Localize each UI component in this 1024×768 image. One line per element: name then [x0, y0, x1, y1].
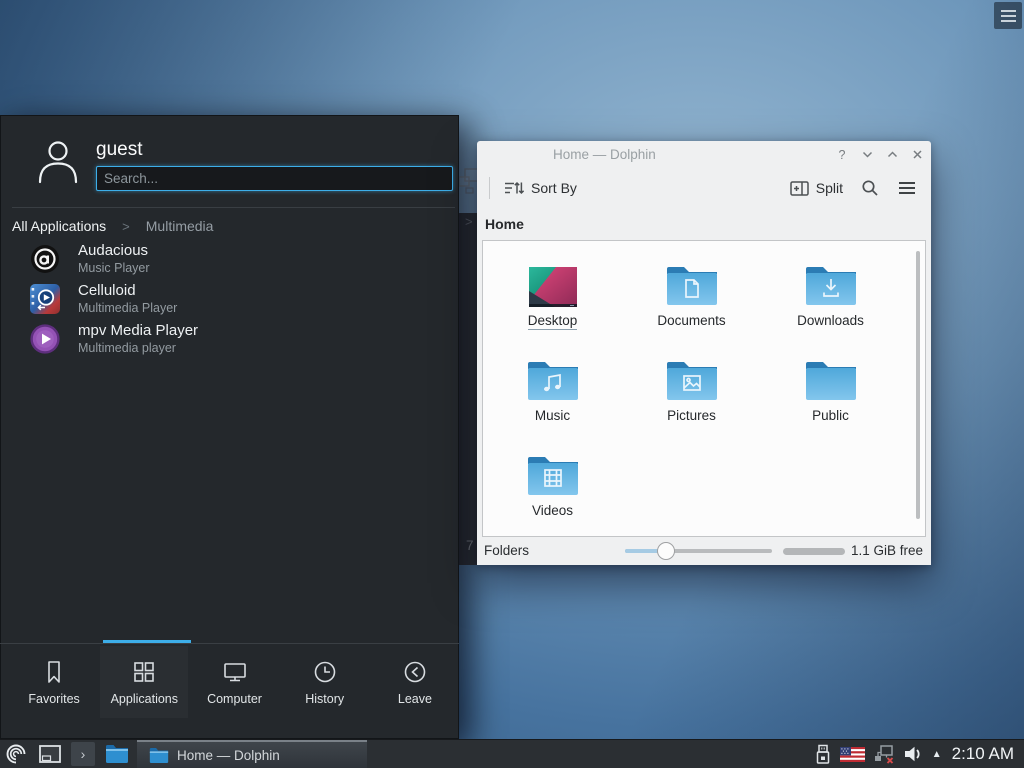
folder-item-public[interactable]: Public — [766, 344, 896, 439]
user-name: guest — [96, 139, 142, 161]
split-button[interactable]: Split — [816, 180, 843, 196]
help-button[interactable]: ? — [834, 147, 850, 163]
folder-item-downloads[interactable]: Downloads — [766, 249, 896, 344]
sort-icon — [503, 178, 524, 198]
app-item-celluloid[interactable]: Celluloid Multimedia Player — [0, 279, 320, 319]
monitor-icon — [222, 659, 248, 685]
music-folder-icon — [526, 344, 580, 402]
search-icon[interactable] — [861, 179, 879, 197]
audacious-icon — [30, 244, 60, 274]
status-bar: Folders 1.1 GiB free — [477, 537, 931, 565]
toolbar: Sort By Split — [477, 168, 931, 208]
tab-computer[interactable]: Computer — [190, 646, 278, 718]
split-icon[interactable] — [790, 180, 809, 197]
breadcrumb-multimedia: Multimedia — [146, 218, 214, 234]
dolphin-window: Home — Dolphin ? — [477, 141, 931, 565]
grid-icon — [131, 659, 157, 685]
window-title: Home — Dolphin — [553, 141, 656, 168]
desktop-preview-icon — [529, 249, 577, 307]
search-input[interactable] — [96, 166, 453, 191]
network-disconnected-icon[interactable] — [874, 744, 894, 764]
app-description: Multimedia Player — [78, 300, 177, 316]
close-button[interactable] — [909, 147, 925, 163]
folder-item-pictures[interactable]: Pictures — [627, 344, 757, 439]
slider-handle[interactable] — [657, 542, 675, 560]
system-tray: ▲ — [815, 744, 942, 765]
titlebar[interactable]: Home — Dolphin ? — [477, 141, 931, 168]
tab-history[interactable]: History — [281, 646, 369, 718]
breadcrumb-home[interactable]: Home — [485, 216, 524, 232]
tab-favorites[interactable]: Favorites — [10, 646, 98, 718]
free-space-label: 1.1 GiB free — [851, 537, 923, 565]
desktop-toolbox-button[interactable] — [994, 2, 1022, 29]
maximize-button[interactable] — [884, 147, 900, 163]
folder-item-desktop[interactable]: Desktop — [488, 249, 618, 344]
removable-device-icon[interactable] — [815, 744, 831, 765]
app-description: Music Player — [78, 260, 150, 276]
volume-icon[interactable] — [903, 745, 923, 763]
chevron-right-icon: › — [81, 746, 86, 762]
folder-count-label: Folders — [484, 537, 529, 565]
tab-applications[interactable]: Applications — [100, 646, 188, 718]
leave-icon — [402, 659, 428, 685]
downloads-folder-icon — [804, 249, 858, 307]
mpv-icon — [30, 324, 60, 354]
documents-folder-icon — [665, 249, 719, 307]
breadcrumb-all-applications[interactable]: All Applications — [12, 218, 106, 234]
zoom-slider[interactable] — [625, 537, 772, 565]
folder-icon — [149, 747, 169, 764]
folder-item-music[interactable]: Music — [488, 344, 618, 439]
virtual-desktop-pager[interactable] — [38, 744, 62, 764]
disk-usage-bar — [783, 548, 845, 555]
folder-view[interactable]: Desktop Documen — [482, 240, 926, 537]
pictures-folder-icon — [665, 344, 719, 402]
folder-item-videos[interactable]: Videos — [488, 439, 618, 534]
divider — [12, 207, 455, 208]
app-description: Multimedia player — [78, 340, 198, 356]
location-bar[interactable]: Home — [477, 208, 931, 240]
taskbar-panel: › Home — Dolphin — [0, 739, 1024, 768]
clock-icon — [312, 659, 338, 685]
app-item-audacious[interactable]: Audacious Music Player — [0, 239, 320, 279]
dolphin-launcher-icon[interactable] — [105, 742, 129, 766]
panel-expand-button[interactable]: › — [71, 742, 95, 766]
chevron-right-icon: > — [122, 219, 130, 234]
app-name: mpv Media Player — [78, 322, 198, 340]
breadcrumb: All Applications > Multimedia — [12, 215, 213, 237]
taskbar-task-dolphin[interactable]: Home — Dolphin — [137, 740, 367, 768]
bookmark-icon — [41, 659, 67, 685]
active-tab-indicator — [103, 640, 191, 643]
minimize-button[interactable] — [859, 147, 875, 163]
sort-by-button[interactable]: Sort By — [531, 180, 577, 196]
chevron-right-icon: > — [465, 214, 473, 229]
app-item-mpv[interactable]: mpv Media Player Multimedia player — [0, 319, 320, 359]
app-launcher-button[interactable] — [3, 742, 28, 767]
task-title: Home — Dolphin — [177, 748, 280, 763]
public-folder-icon — [804, 344, 858, 402]
keyboard-layout-us-flag-icon[interactable] — [840, 747, 865, 762]
status-count-fragment: 7 — [466, 538, 474, 553]
hamburger-icon — [1001, 10, 1016, 12]
videos-folder-icon — [526, 439, 580, 497]
app-name: Audacious — [78, 242, 150, 260]
tray-expander-caret-icon[interactable]: ▲ — [932, 749, 942, 760]
tab-leave[interactable]: Leave — [371, 646, 459, 718]
celluloid-icon — [30, 284, 60, 314]
folder-item-documents[interactable]: Documents — [627, 249, 757, 344]
toolbar-separator — [489, 177, 490, 199]
app-name: Celluloid — [78, 282, 177, 300]
hamburger-menu-icon[interactable] — [897, 180, 917, 196]
desktop: Places Home Desktop Documents Downloads … — [0, 0, 1024, 768]
user-avatar[interactable] — [34, 137, 82, 185]
divider — [0, 643, 459, 644]
vertical-scrollbar[interactable] — [916, 251, 920, 519]
clock[interactable]: 2:10 AM — [952, 744, 1014, 764]
